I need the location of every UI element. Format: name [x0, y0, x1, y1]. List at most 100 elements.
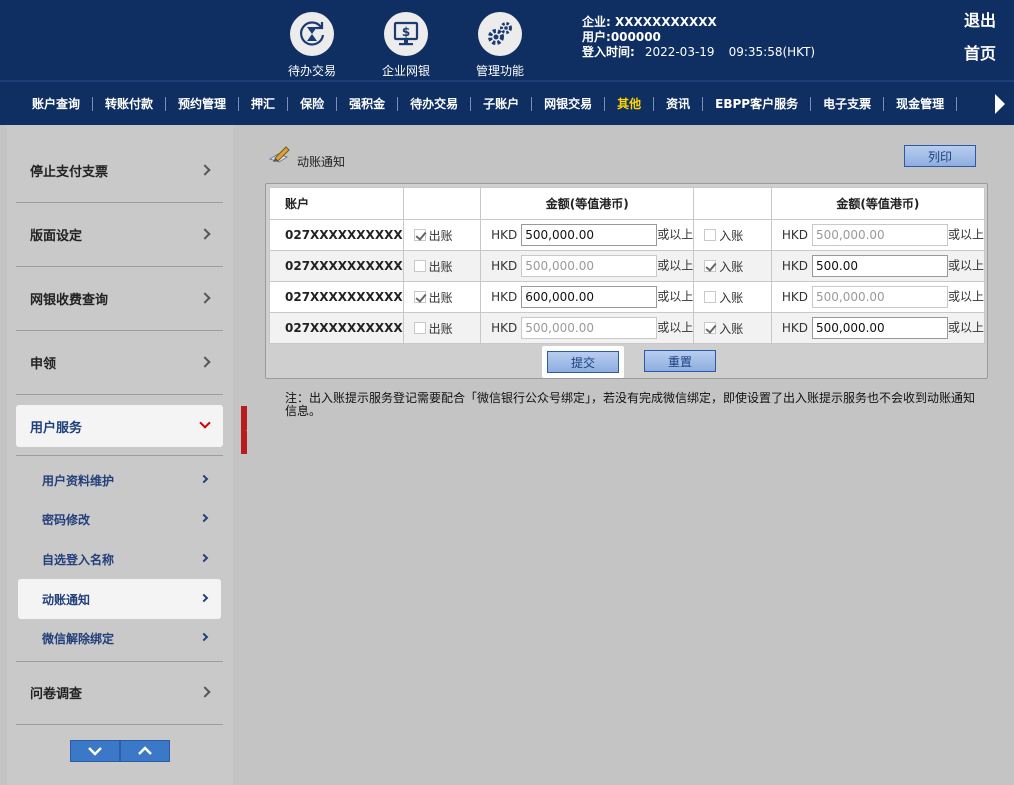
header-in: [693, 187, 772, 220]
incoming-amount-input[interactable]: [811, 224, 948, 246]
outgoing-checkbox[interactable]: [413, 321, 426, 334]
outgoing-checkbox-cell[interactable]: 出账: [402, 219, 482, 251]
or-above-label: 或以上: [657, 258, 694, 273]
sidebar-item-layout-settings[interactable]: 版面设定: [16, 203, 223, 267]
sidebar-item-label: 网银收费查询: [30, 293, 109, 308]
outgoing-amount-cell: HKD 或以上: [480, 219, 695, 251]
outgoing-label: 出账: [428, 228, 453, 243]
sidebar-subitem-label: 密码修改: [42, 512, 91, 527]
chevron-down-icon: [88, 747, 102, 756]
outgoing-label: 出账: [428, 259, 453, 274]
outgoing-checkbox-cell[interactable]: 出账: [402, 312, 482, 344]
print-button[interactable]: 列印: [904, 145, 976, 167]
outgoing-checkbox-cell[interactable]: 出账: [402, 281, 482, 313]
menu-pending[interactable]: 待办交易: [398, 96, 472, 111]
management-shortcut[interactable]: 管理功能: [460, 12, 540, 79]
menu-ebpp[interactable]: EBPP客户服务: [703, 96, 812, 111]
company-value: XXXXXXXXXXX: [615, 15, 717, 29]
menu-online-transactions[interactable]: 网银交易: [532, 96, 606, 111]
outgoing-label: 出账: [428, 321, 453, 336]
menu-e-cheque[interactable]: 电子支票: [811, 96, 885, 111]
menu-sub-account[interactable]: 子账户: [471, 96, 533, 111]
menu-transfer-payment[interactable]: 转账付款: [93, 96, 167, 111]
sidebar-subitem-transaction-alerts[interactable]: 动账通知: [18, 579, 221, 619]
incoming-checkbox[interactable]: [704, 321, 717, 334]
sidebar-subitem-label: 微信解除绑定: [42, 631, 115, 646]
outgoing-amount-cell: HKD 或以上: [480, 281, 695, 313]
scroll-up-button[interactable]: [120, 740, 170, 762]
pending-transactions-shortcut[interactable]: 待办交易: [272, 12, 352, 79]
incoming-label: 入账: [719, 228, 744, 243]
table-row: 027XXXXXXXXXX 出账 HKD 或以上 入账 HKD 或以上: [269, 250, 986, 282]
chevron-right-icon: [199, 163, 211, 176]
sidebar-subitem-label: 自选登入名称: [42, 552, 115, 567]
sidebar-item-label: 申领: [30, 357, 57, 372]
outgoing-amount-input[interactable]: [521, 255, 658, 277]
sidebar-subitem-label: 用户资料维护: [42, 473, 115, 488]
menu-others[interactable]: 其他: [605, 96, 655, 111]
chevron-right-icon: [199, 355, 211, 368]
incoming-amount-input[interactable]: [811, 286, 948, 308]
outgoing-checkbox[interactable]: [413, 259, 426, 272]
chevron-right-icon: [199, 685, 211, 698]
table-row: 027XXXXXXXXXX 出账 HKD 或以上 入账 HKD 或以上: [269, 281, 986, 313]
sidebar-item-stop-cheque[interactable]: 停止支付支票: [16, 139, 223, 203]
incoming-checkbox[interactable]: [704, 228, 717, 241]
incoming-label: 入账: [719, 290, 744, 305]
currency-label: HKD: [491, 320, 518, 335]
sidebar-item-label: 用户服务: [30, 420, 83, 436]
sidebar-item-survey[interactable]: 问卷调查: [16, 661, 223, 725]
sidebar-item-user-services[interactable]: 用户服务: [16, 405, 223, 447]
currency-label: HKD: [491, 289, 518, 304]
table-row: 027XXXXXXXXXX 出账 HKD 或以上 入账 HKD 或以上: [269, 219, 986, 251]
or-above-label: 或以上: [657, 227, 694, 242]
sidebar-subitem-wechat-unbind[interactable]: 微信解除绑定: [18, 618, 221, 658]
scroll-down-button[interactable]: [70, 740, 120, 762]
submit-button[interactable]: 提交: [547, 351, 619, 373]
menu-account-inquiry[interactable]: 账户查询: [20, 96, 94, 111]
incoming-checkbox[interactable]: [704, 259, 717, 272]
outgoing-amount-input[interactable]: [521, 224, 658, 246]
submit-focus-ring: 提交: [542, 346, 624, 378]
menu-information[interactable]: 资讯: [654, 96, 704, 111]
menu-mpf[interactable]: 强积金: [337, 96, 399, 111]
hourglass-refresh-icon: [290, 12, 334, 56]
menu-insurance[interactable]: 保险: [288, 96, 338, 111]
incoming-checkbox[interactable]: [704, 290, 717, 303]
sidebar-subitem-password[interactable]: 密码修改: [18, 499, 221, 539]
sidebar-item-apply[interactable]: 申领: [16, 331, 223, 395]
menu-bills[interactable]: 押汇: [239, 96, 289, 111]
sidebar: 停止支付支票 版面设定 网银收费查询 申领 用户服务 用户资料维护 密码修改 自…: [7, 125, 233, 785]
chevron-right-icon: [199, 632, 209, 642]
sidebar-subitem-login-name[interactable]: 自选登入名称: [18, 539, 221, 579]
incoming-checkbox-cell[interactable]: 入账: [693, 281, 772, 313]
outgoing-checkbox[interactable]: [413, 228, 426, 241]
account-number: 027XXXXXXXXXX: [269, 250, 404, 282]
incoming-amount-input[interactable]: [811, 255, 948, 277]
incoming-label: 入账: [719, 259, 744, 274]
sidebar-item-fee-inquiry[interactable]: 网银收费查询: [16, 267, 223, 331]
header-in-amount: 金额(等值港币): [770, 187, 986, 220]
outgoing-amount-input[interactable]: [521, 317, 658, 339]
outgoing-amount-input[interactable]: [521, 286, 658, 308]
menu-scroll-right-icon[interactable]: [986, 82, 1014, 125]
reset-button[interactable]: 重置: [644, 350, 716, 372]
table-header-row: 账户 金额(等值港币) 金额(等值港币): [269, 187, 986, 220]
logout-link[interactable]: 退出: [964, 7, 996, 31]
home-link[interactable]: 首页: [964, 40, 996, 64]
sidebar-subitem-label: 动账通知: [42, 592, 91, 607]
header-account: 账户: [269, 187, 404, 220]
outgoing-checkbox[interactable]: [413, 290, 426, 303]
corporate-banking-shortcut[interactable]: $ 企业网银: [366, 12, 446, 79]
sidebar-pager: [70, 740, 170, 762]
menu-cash-management[interactable]: 现金管理: [884, 96, 958, 111]
menu-scheduled[interactable]: 预约管理: [166, 96, 240, 111]
incoming-checkbox-cell[interactable]: 入账: [693, 219, 772, 251]
chevron-up-icon: [138, 746, 152, 755]
incoming-amount-input[interactable]: [811, 317, 948, 339]
sidebar-subitem-profile[interactable]: 用户资料维护: [18, 460, 221, 500]
incoming-checkbox-cell[interactable]: 入账: [693, 250, 772, 282]
incoming-checkbox-cell[interactable]: 入账: [693, 312, 772, 344]
outgoing-checkbox-cell[interactable]: 出账: [402, 250, 482, 282]
chevron-right-icon: [199, 513, 209, 523]
